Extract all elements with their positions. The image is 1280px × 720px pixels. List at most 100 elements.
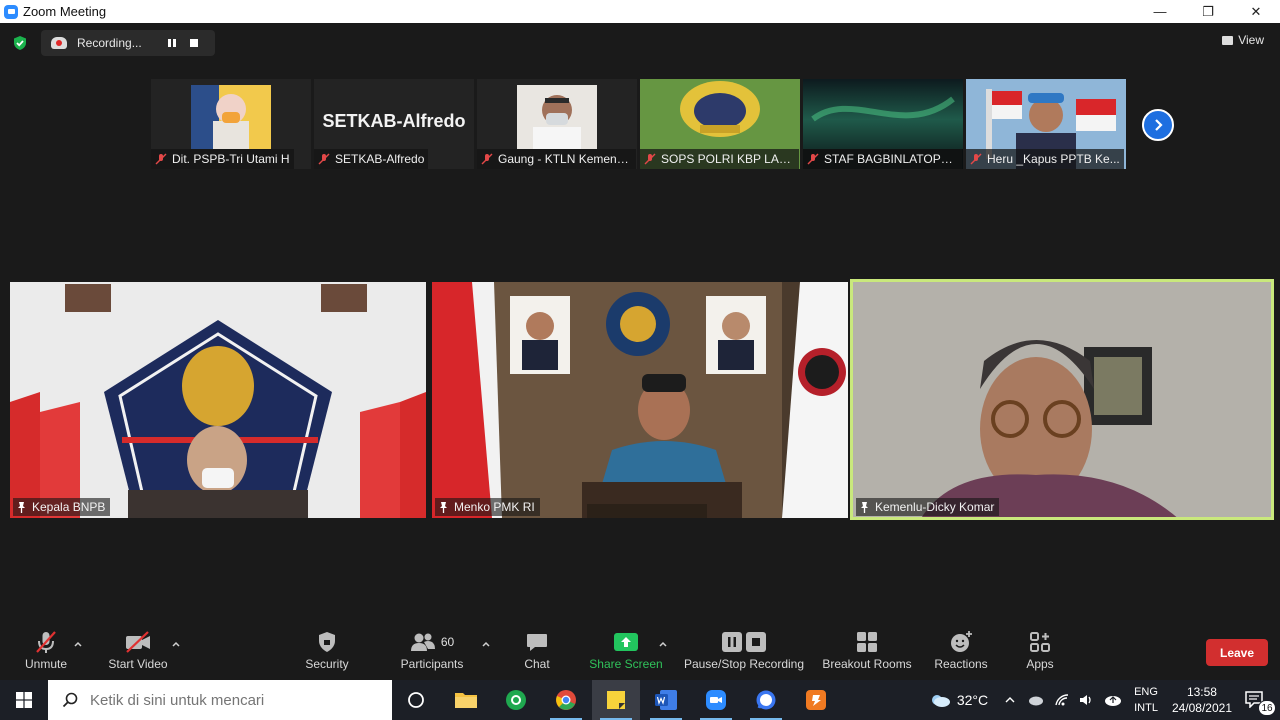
participant-thumbnail-strip: Dit. PSPB-Tri Utami H SETKAB-Alfredo SET…: [151, 79, 1126, 169]
chat-button[interactable]: Chat: [520, 627, 554, 680]
participant-thumbnail[interactable]: STAF BAGBINLATOPS ...: [803, 79, 963, 169]
next-page-button[interactable]: [1142, 109, 1174, 141]
participants-button[interactable]: 60 Participants: [398, 627, 466, 680]
participant-video: [850, 279, 1274, 520]
taskbar-app-word[interactable]: [642, 680, 690, 720]
participants-icon: [410, 633, 435, 651]
taskbar-app-green-app[interactable]: [492, 680, 540, 720]
chat-label: Chat: [524, 657, 550, 671]
share-screen-button[interactable]: Share Screen: [588, 627, 664, 680]
participant-name: Kemenlu-Dicky Komar: [875, 500, 995, 514]
input-language[interactable]: ENG INTL: [1134, 684, 1158, 716]
reactions-button[interactable]: Reactions: [932, 627, 990, 680]
window-title: Zoom Meeting: [23, 4, 107, 19]
breakout-rooms-label: Breakout Rooms: [822, 657, 912, 671]
grid-view-icon: [1222, 35, 1234, 45]
chevron-up-icon[interactable]: [1004, 695, 1016, 705]
share-screen-label: Share Screen: [589, 657, 663, 671]
leave-button[interactable]: Leave: [1206, 639, 1268, 666]
mic-muted-icon: [644, 153, 656, 165]
mic-muted-icon: [807, 153, 819, 165]
clock-time: 13:58: [1186, 685, 1217, 699]
windows-logo-icon: [16, 692, 32, 708]
mic-muted-icon: [481, 153, 493, 165]
active-speaker-tile[interactable]: Kemenlu-Dicky Komar: [850, 279, 1274, 520]
taskbar-app-file-explorer[interactable]: [442, 680, 490, 720]
temperature[interactable]: 32°C: [957, 692, 988, 708]
taskbar-app-orange-app[interactable]: [792, 680, 840, 720]
speaker-icon[interactable]: [1078, 693, 1094, 707]
participant-name: STAF BAGBINLATOPS ...: [824, 152, 958, 166]
weather-cloud-icon[interactable]: [929, 692, 951, 708]
restore-button[interactable]: ❐: [1184, 0, 1232, 23]
participant-thumbnail[interactable]: Dit. PSPB-Tri Utami H: [151, 79, 311, 169]
video-tile[interactable]: Menko PMK RI: [432, 282, 848, 518]
zoom-icon: [706, 690, 726, 710]
task-view-button[interactable]: [392, 680, 440, 720]
breakout-rooms-button[interactable]: Breakout Rooms: [820, 627, 914, 680]
start-video-button[interactable]: Start Video: [104, 627, 172, 680]
taskbar-app-signal[interactable]: [742, 680, 790, 720]
chat-app-icon: [756, 690, 776, 710]
orange-app-icon: [806, 690, 826, 710]
notification-badge: 16: [1258, 700, 1276, 716]
system-clock[interactable]: 13:58 24/08/2021: [1172, 684, 1232, 716]
pin-icon: [861, 502, 868, 513]
taskbar-search[interactable]: [48, 680, 392, 720]
minimize-button[interactable]: —: [1136, 0, 1184, 23]
pause-icon: [168, 39, 176, 47]
participant-name: Kepala BNPB: [32, 500, 106, 514]
participant-thumbnail[interactable]: Gaung - KTLN Kemens...: [477, 79, 637, 169]
word-icon: [655, 690, 677, 710]
reactions-label: Reactions: [934, 657, 988, 671]
folder-icon: [455, 693, 477, 708]
unmute-button[interactable]: Unmute: [20, 627, 72, 680]
view-button[interactable]: View: [1222, 33, 1264, 47]
wifi-icon[interactable]: [1054, 693, 1070, 707]
system-tray: 32°C ENG INTL 13:58 24/08/2021 16: [929, 680, 1280, 720]
security-button[interactable]: Security: [302, 627, 352, 680]
onedrive-icon[interactable]: [1104, 693, 1122, 707]
task-view-icon: [408, 692, 424, 708]
pause-recording-button[interactable]: [161, 32, 183, 54]
security-label: Security: [305, 657, 349, 671]
chevron-up-icon[interactable]: [658, 639, 668, 649]
participant-thumbnail[interactable]: SETKAB-Alfredo SETKAB-Alfredo: [314, 79, 474, 169]
chevron-up-icon[interactable]: [481, 639, 491, 649]
start-button[interactable]: [0, 680, 48, 720]
language-code: ENG: [1134, 686, 1158, 698]
window-titlebar: Zoom Meeting — ❐ ✕: [0, 0, 1280, 23]
search-input[interactable]: [90, 691, 390, 709]
stop-icon: [190, 39, 198, 47]
apps-button[interactable]: Apps: [1022, 627, 1058, 680]
taskbar-app-sticky-notes[interactable]: [592, 680, 640, 720]
stop-recording-button[interactable]: [183, 32, 205, 54]
share-screen-arrow-icon: [614, 633, 638, 651]
cloud-record-icon: [51, 37, 67, 49]
taskbar-app-chrome[interactable]: [542, 680, 590, 720]
cloud-sync-icon[interactable]: [1028, 694, 1044, 706]
notification-center-button[interactable]: 16: [1244, 690, 1276, 716]
stop-icon: [746, 632, 766, 652]
smiley-plus-icon: [951, 631, 972, 652]
zoom-app-icon: [4, 4, 18, 19]
search-icon: [62, 692, 78, 708]
participant-thumbnail[interactable]: SOPS POLRI KBP LAKS...: [640, 79, 800, 169]
participant-thumbnail[interactable]: Heru _Kapus PPTB Ke...: [966, 79, 1126, 169]
chat-bubble-icon: [527, 634, 547, 651]
apps-icon: [1030, 632, 1050, 652]
video-tile[interactable]: Kepala BNPB: [10, 282, 426, 518]
participant-name: SETKAB-Alfredo: [335, 152, 425, 166]
pause-stop-recording-button[interactable]: Pause/Stop Recording: [682, 627, 806, 680]
taskbar-app-zoom[interactable]: [692, 680, 740, 720]
chevron-up-icon[interactable]: [171, 639, 181, 649]
recording-label: Recording...: [77, 36, 142, 50]
participant-video: [10, 282, 426, 518]
participants-label: Participants: [400, 657, 464, 671]
chevron-up-icon[interactable]: [73, 639, 83, 649]
close-button[interactable]: ✕: [1232, 0, 1280, 23]
shield-check-icon[interactable]: [12, 35, 28, 51]
participant-name: Heru _Kapus PPTB Ke...: [987, 152, 1120, 166]
recording-indicator: Recording...: [41, 30, 215, 56]
pin-icon: [440, 502, 447, 513]
